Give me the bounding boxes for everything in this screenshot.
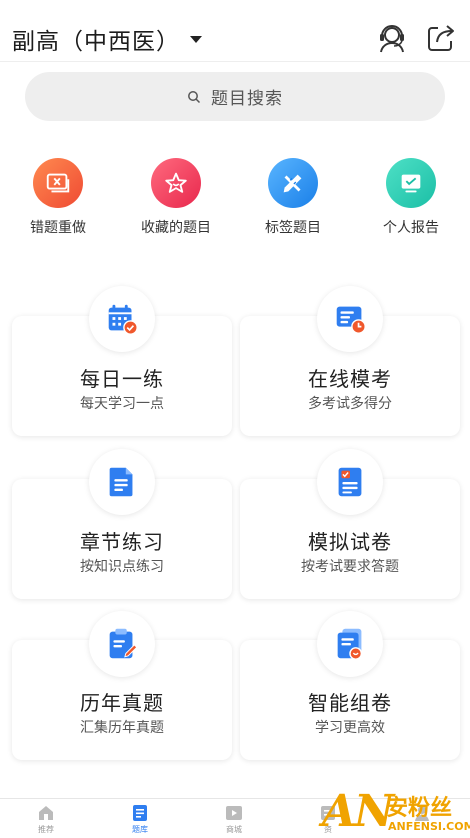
tab-label: 推荐 bbox=[38, 825, 54, 834]
quick-entry-label: 个人报告 bbox=[383, 220, 439, 236]
home-icon bbox=[39, 806, 53, 820]
video-icon bbox=[226, 806, 242, 820]
quick-entry-label: 错题重做 bbox=[30, 220, 86, 236]
search-placeholder: 题目搜索 bbox=[211, 89, 283, 109]
tab-label: 商城 bbox=[226, 825, 242, 834]
clipboard-edit-icon bbox=[89, 611, 155, 677]
search-icon bbox=[188, 90, 201, 103]
report-icon bbox=[386, 158, 436, 208]
watermark-an: AN bbox=[322, 786, 394, 837]
tag-icon bbox=[268, 158, 318, 208]
header-bar: 副高（中西医） bbox=[0, 0, 470, 62]
card-subtitle: 按考试要求答题 bbox=[301, 559, 399, 575]
star-icon bbox=[151, 158, 201, 208]
online-exam-icon bbox=[317, 286, 383, 352]
tab-mall[interactable]: 商城 bbox=[204, 803, 264, 835]
caret-down-icon bbox=[190, 35, 202, 43]
card-subtitle: 多考试多得分 bbox=[308, 396, 392, 412]
tab-recommend[interactable]: 推荐 bbox=[16, 803, 76, 835]
tab-label: 题库 bbox=[132, 825, 148, 834]
search-bar[interactable]: 题目搜索 bbox=[25, 72, 445, 121]
card-title: 智能组卷 bbox=[308, 691, 392, 715]
exam-selector[interactable]: 副高（中西医） bbox=[12, 22, 202, 56]
card-subtitle: 每天学习一点 bbox=[80, 396, 164, 412]
wrong-questions-icon bbox=[33, 158, 83, 208]
quick-entry-label: 收藏的题目 bbox=[141, 220, 211, 236]
document-icon bbox=[89, 449, 155, 515]
card-title: 章节练习 bbox=[80, 530, 164, 554]
quick-entry-tags[interactable]: 标签题目 bbox=[238, 158, 348, 238]
card-title: 在线模考 bbox=[308, 367, 392, 391]
card-subtitle: 按知识点练习 bbox=[80, 559, 164, 575]
watermark-logo: AN 安粉丝 ANFENSI.COM bbox=[322, 786, 470, 838]
quick-entry-report[interactable]: 个人报告 bbox=[356, 158, 466, 238]
card-title: 每日一练 bbox=[80, 367, 164, 391]
smart-paper-icon bbox=[317, 611, 383, 677]
quick-entry-label: 标签题目 bbox=[265, 220, 321, 236]
calendar-icon bbox=[89, 286, 155, 352]
tab-question-bank[interactable]: 题库 bbox=[110, 803, 170, 835]
watermark-url: ANFENSI.COM bbox=[388, 820, 470, 833]
card-title: 模拟试卷 bbox=[308, 530, 392, 554]
question-bank-icon bbox=[133, 805, 147, 821]
watermark-text: 安粉丝 bbox=[386, 796, 453, 821]
customer-service-icon[interactable] bbox=[375, 20, 409, 54]
card-subtitle: 学习更高效 bbox=[315, 720, 385, 736]
share-icon[interactable] bbox=[424, 20, 458, 54]
quick-entry-wrong-questions[interactable]: 错题重做 bbox=[3, 158, 113, 238]
page-title: 副高（中西医） bbox=[12, 29, 180, 55]
mock-paper-icon bbox=[317, 449, 383, 515]
quick-entry-favorites[interactable]: 收藏的题目 bbox=[121, 158, 231, 238]
card-subtitle: 汇集历年真题 bbox=[80, 720, 164, 736]
card-title: 历年真题 bbox=[80, 691, 164, 715]
